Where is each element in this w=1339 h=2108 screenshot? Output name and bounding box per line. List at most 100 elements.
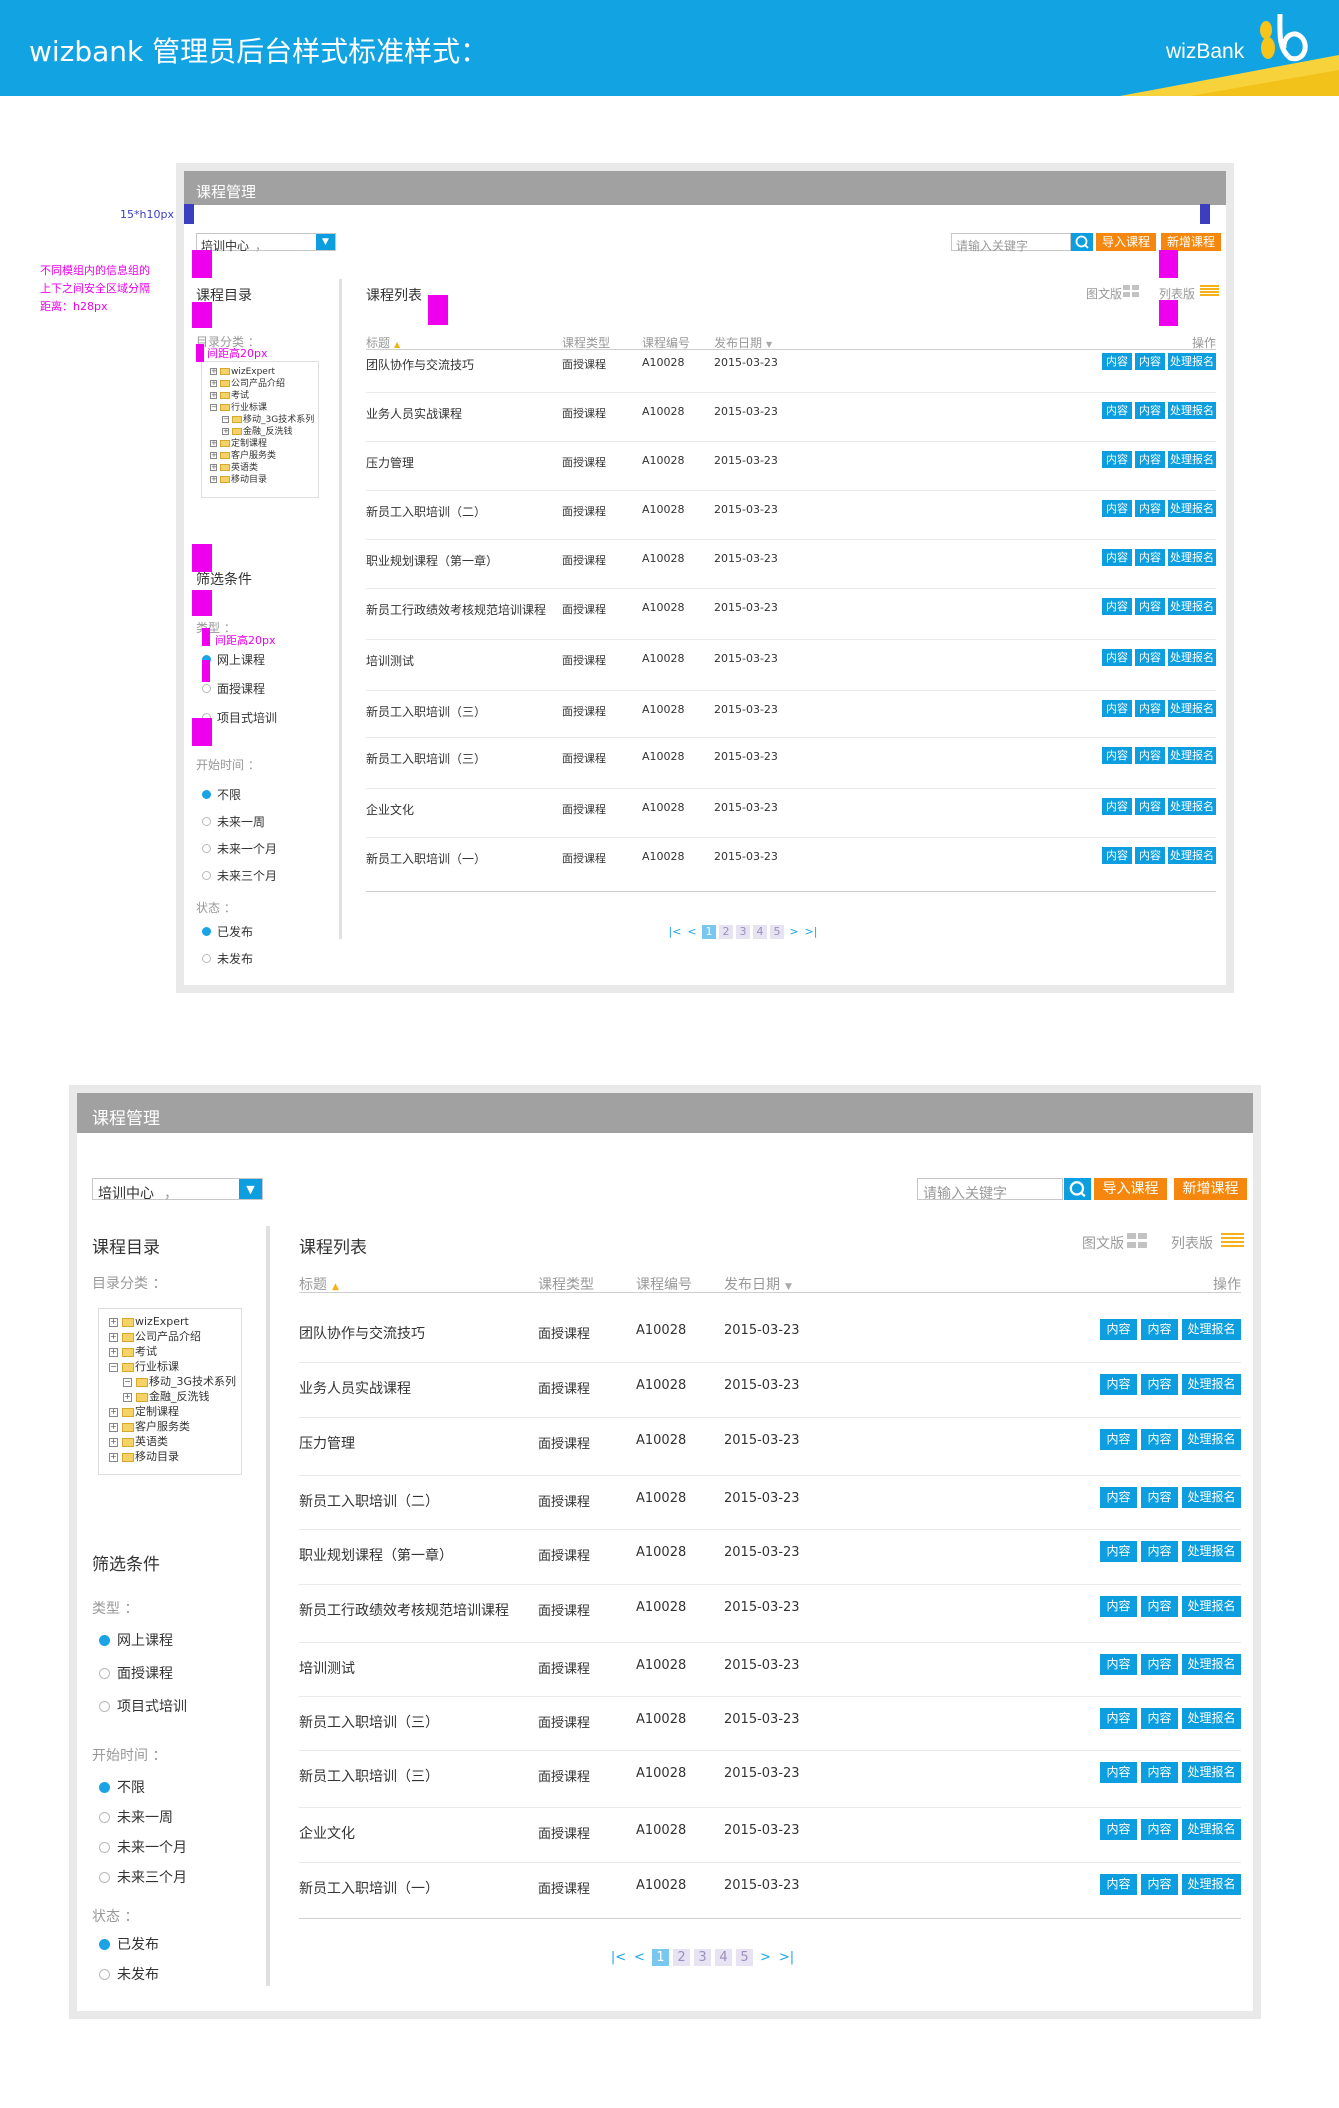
expand-toggle-icon[interactable]: + [210,452,217,459]
content-button[interactable]: 内容 [1100,1429,1137,1450]
process-enrollment-button[interactable]: 处理报名 [1182,1429,1241,1450]
status-filter-option[interactable]: 已发布 [202,923,253,940]
expand-toggle-icon[interactable]: + [109,1317,118,1327]
content-button[interactable]: 内容 [1141,1487,1178,1508]
content-button[interactable]: 内容 [1141,1708,1178,1729]
page-button[interactable]: 1 [702,925,716,939]
content-button[interactable]: 内容 [1102,847,1132,864]
content-button[interactable]: 内容 [1141,1429,1178,1450]
content-button[interactable]: 内容 [1135,598,1165,615]
cell-title[interactable]: 压力管理 [299,1433,355,1453]
process-enrollment-button[interactable]: 处理报名 [1182,1762,1241,1783]
column-header[interactable]: 发布日期 ▼ [724,1274,792,1294]
tree-item[interactable]: − 移动_3G技术系列 [222,415,314,426]
cell-title[interactable]: 压力管理 [366,454,414,471]
content-button[interactable]: 内容 [1135,798,1165,815]
tree-item[interactable]: + 移动目录 [109,1450,179,1463]
content-button[interactable]: 内容 [1135,700,1165,717]
time-filter-option[interactable]: 未来三个月 [99,1867,187,1887]
content-button[interactable]: 内容 [1102,649,1132,666]
first-page-icon[interactable]: |< [668,925,682,939]
cell-title[interactable]: 新员工入职培训（一） [366,850,486,867]
content-button[interactable]: 内容 [1100,1374,1137,1395]
search-button[interactable] [1071,233,1093,251]
prev-page-icon[interactable]: < [631,1949,648,1966]
cell-title[interactable]: 新员工入职培训（二） [366,503,486,520]
cell-title[interactable]: 新员工入职培训（三） [299,1766,439,1786]
content-button[interactable]: 内容 [1141,1541,1178,1562]
content-button[interactable]: 内容 [1100,1596,1137,1617]
tree-item[interactable]: + 考试 [210,391,249,402]
view-list-toggle[interactable]: 列表版 [1171,1233,1213,1253]
content-button[interactable]: 内容 [1102,700,1132,717]
tree-item[interactable]: + 定制课程 [109,1405,179,1418]
radio-button[interactable] [202,927,211,936]
search-button[interactable] [1064,1178,1091,1200]
radio-button[interactable] [99,1841,110,1853]
process-enrollment-button[interactable]: 处理报名 [1168,747,1216,764]
process-enrollment-button[interactable]: 处理报名 [1168,549,1216,566]
time-filter-option[interactable]: 不限 [202,786,241,803]
page-button[interactable]: 3 [736,925,750,939]
expand-toggle-icon[interactable]: + [210,440,217,447]
time-filter-option[interactable]: 未来一周 [99,1807,173,1827]
content-button[interactable]: 内容 [1100,1708,1137,1729]
expand-toggle-icon[interactable]: − [109,1362,118,1372]
tree-item[interactable]: + wizExpert [210,367,275,378]
type-filter-option[interactable]: 网上课程 [99,1630,173,1650]
tree-item[interactable]: + wizExpert [109,1315,189,1328]
process-enrollment-button[interactable]: 处理报名 [1182,1708,1241,1729]
import-course-button[interactable]: 导入课程 [1096,233,1156,251]
list-view-icon[interactable] [1200,285,1219,297]
content-button[interactable]: 内容 [1135,353,1165,370]
expand-toggle-icon[interactable]: + [123,1392,132,1402]
radio-button[interactable] [202,817,211,826]
cell-title[interactable]: 团队协作与交流技巧 [299,1323,425,1343]
grid-view-icon[interactable] [1123,285,1139,297]
status-filter-option[interactable]: 未发布 [99,1964,159,1984]
time-filter-option[interactable]: 未来一个月 [202,840,277,857]
list-view-icon[interactable] [1221,1233,1244,1248]
expand-toggle-icon[interactable]: + [109,1407,118,1417]
search-input[interactable]: 请输入关键字 [917,1178,1063,1202]
page-button[interactable]: 1 [652,1949,669,1966]
cell-title[interactable]: 新员工入职培训（三） [366,750,486,767]
type-filter-option[interactable]: 面授课程 [202,680,265,697]
tree-item[interactable]: + 客户服务类 [210,451,276,462]
expand-toggle-icon[interactable]: + [109,1422,118,1432]
expand-toggle-icon[interactable]: + [210,464,217,471]
content-button[interactable]: 内容 [1135,649,1165,666]
radio-button[interactable] [202,954,211,963]
content-button[interactable]: 内容 [1102,798,1132,815]
radio-button[interactable] [202,684,211,693]
expand-toggle-icon[interactable]: + [109,1332,118,1342]
import-course-button[interactable]: 导入课程 [1094,1178,1167,1200]
content-button[interactable]: 内容 [1141,1819,1178,1840]
cell-title[interactable]: 业务人员实战课程 [366,405,462,422]
page-button[interactable]: 5 [736,1949,753,1966]
time-filter-option[interactable]: 不限 [99,1777,145,1797]
content-button[interactable]: 内容 [1141,1374,1178,1395]
content-button[interactable]: 内容 [1135,847,1165,864]
process-enrollment-button[interactable]: 处理报名 [1168,798,1216,815]
tree-item[interactable]: + 公司产品介绍 [109,1330,201,1343]
radio-button[interactable] [99,1938,110,1950]
process-enrollment-button[interactable]: 处理报名 [1168,353,1216,370]
cell-title[interactable]: 业务人员实战课程 [299,1378,411,1398]
time-filter-option[interactable]: 未来一个月 [99,1837,187,1857]
status-filter-option[interactable]: 未发布 [202,950,253,967]
process-enrollment-button[interactable]: 处理报名 [1182,1541,1241,1562]
content-button[interactable]: 内容 [1135,451,1165,468]
time-filter-option[interactable]: 未来一周 [202,813,265,830]
cell-title[interactable]: 培训测试 [299,1658,355,1678]
process-enrollment-button[interactable]: 处理报名 [1182,1596,1241,1617]
content-button[interactable]: 内容 [1100,1762,1137,1783]
cell-title[interactable]: 团队协作与交流技巧 [366,356,474,373]
page-button[interactable]: 3 [694,1949,711,1966]
expand-toggle-icon[interactable]: + [210,476,217,483]
column-header[interactable]: 标题 ▲ [299,1274,339,1294]
next-page-icon[interactable]: > [757,1949,774,1966]
content-button[interactable]: 内容 [1141,1319,1178,1340]
content-button[interactable]: 内容 [1102,500,1132,517]
cell-title[interactable]: 培训测试 [366,652,414,669]
